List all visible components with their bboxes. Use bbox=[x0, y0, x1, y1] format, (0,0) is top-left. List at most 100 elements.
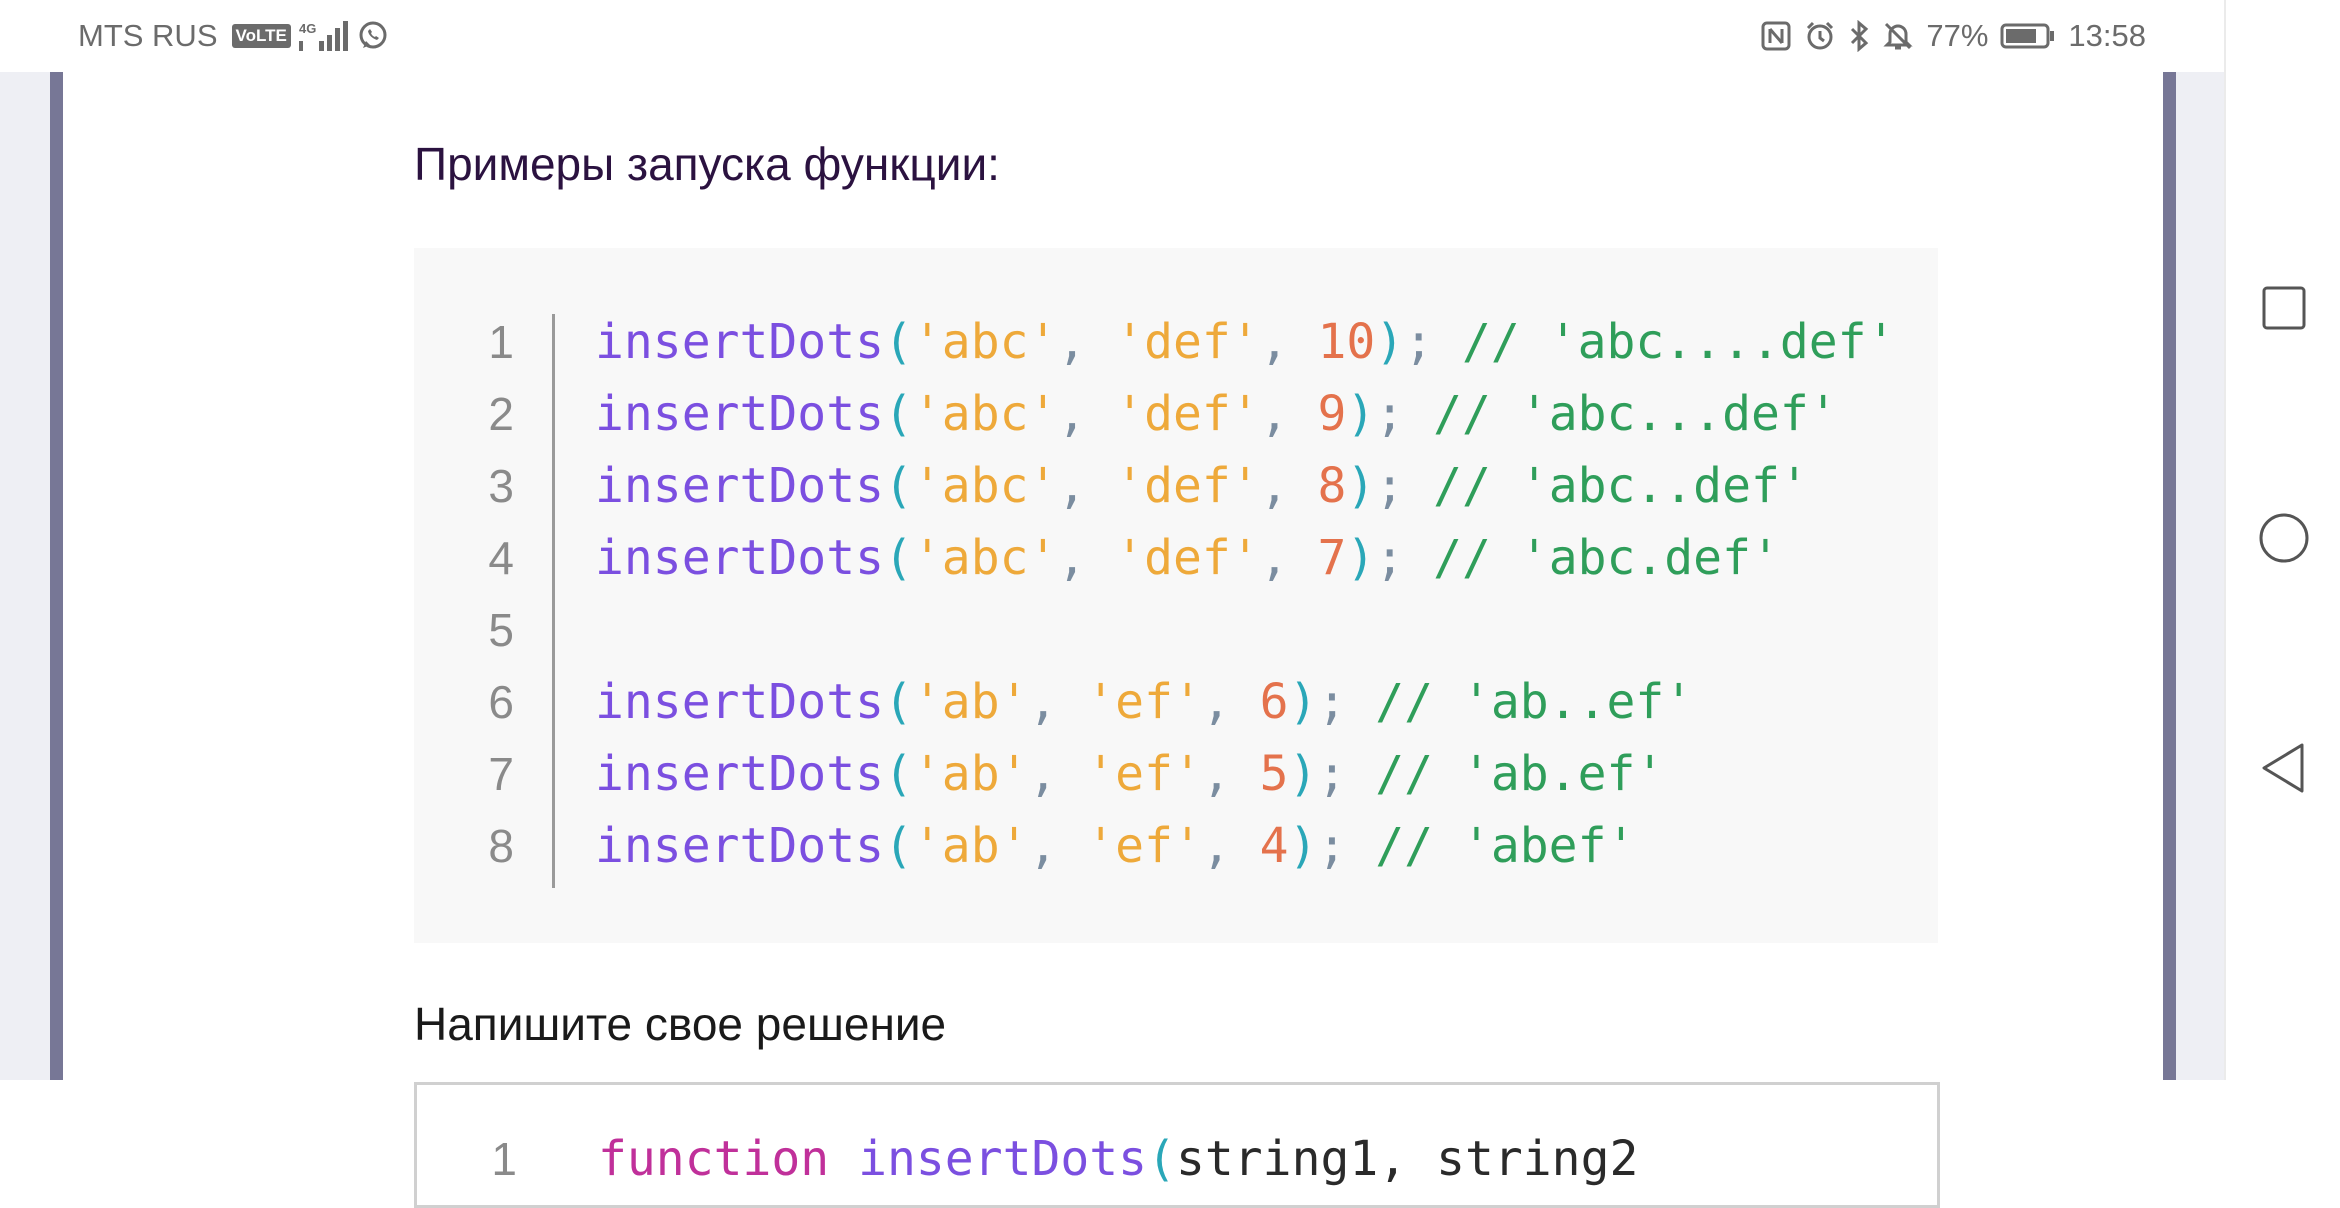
comma: , bbox=[1057, 530, 1116, 586]
open-paren: ( bbox=[883, 818, 913, 874]
mute-bell-icon bbox=[1882, 20, 1914, 52]
open-paren: ( bbox=[883, 530, 913, 586]
examples-heading: Примеры запуска функции: bbox=[414, 138, 1000, 190]
comment: // 'abc...def' bbox=[1433, 386, 1838, 442]
alarm-icon bbox=[1804, 20, 1836, 52]
comment: // 'abc.def' bbox=[1433, 530, 1780, 586]
line-number: 2 bbox=[488, 388, 514, 440]
code-line: 6 insertDots('ab', 'ef', 6); // 'ab..ef' bbox=[414, 666, 1938, 738]
string-arg: 'abc' bbox=[912, 458, 1058, 514]
line-number: 6 bbox=[488, 676, 514, 728]
code-text: insertDots('abc', 'def', 7); // 'abc.def… bbox=[595, 522, 1780, 594]
line-number: 1 bbox=[488, 316, 514, 368]
status-bar-right: 77% 13:58 bbox=[1760, 0, 2146, 72]
number-arg: 9 bbox=[1317, 386, 1347, 442]
code-text: insertDots('ab', 'ef', 4); // 'abef' bbox=[595, 810, 1635, 882]
open-paren: ( bbox=[883, 674, 913, 730]
function-name: insertDots bbox=[595, 818, 884, 874]
string-arg: 'def' bbox=[1115, 314, 1260, 370]
open-paren: ( bbox=[883, 458, 913, 514]
solution-heading: Напишите свое решение bbox=[414, 998, 947, 1050]
home-icon[interactable] bbox=[2258, 512, 2310, 564]
semicolon: ; bbox=[1375, 458, 1434, 514]
comma: , bbox=[1057, 386, 1116, 442]
semicolon: ; bbox=[1375, 530, 1434, 586]
semicolon: ; bbox=[1317, 818, 1376, 874]
semicolon: ; bbox=[1375, 386, 1434, 442]
string-arg: 'def' bbox=[1115, 458, 1260, 514]
number-arg: 5 bbox=[1259, 746, 1289, 802]
comma: , bbox=[1028, 818, 1087, 874]
semicolon: ; bbox=[1404, 314, 1462, 370]
semicolon: ; bbox=[1317, 746, 1376, 802]
nfc-icon bbox=[1760, 20, 1792, 52]
examples-code-block[interactable]: 1 insertDots('abc', 'def', 10); // 'abc..… bbox=[414, 248, 1938, 943]
keyword: function bbox=[598, 1131, 830, 1187]
params: string1, string2 bbox=[1175, 1131, 1639, 1187]
string-arg: 'ef' bbox=[1086, 818, 1202, 874]
function-name: insertDots bbox=[595, 314, 884, 370]
signal-icon: 4G bbox=[298, 19, 349, 53]
card-border-left bbox=[50, 72, 63, 1080]
code-line: 7 insertDots('ab', 'ef', 5); // 'ab.ef' bbox=[414, 738, 1938, 810]
string-arg: 'ab' bbox=[912, 818, 1029, 874]
code-text: insertDots('ab', 'ef', 6); // 'ab..ef' bbox=[595, 666, 1693, 738]
string-arg: 'ab' bbox=[912, 746, 1029, 802]
string-arg: 'abc' bbox=[912, 530, 1058, 586]
function-name: insertDots bbox=[595, 674, 884, 730]
line-number: 3 bbox=[488, 460, 514, 512]
back-icon[interactable] bbox=[2258, 742, 2310, 794]
open-paren: ( bbox=[883, 386, 913, 442]
line-number: 1 bbox=[491, 1133, 517, 1185]
code-text: insertDots('abc', 'def', 8); // 'abc..de… bbox=[595, 450, 1809, 522]
close-paren: ) bbox=[1288, 674, 1318, 730]
close-paren: ) bbox=[1346, 458, 1376, 514]
comment: // 'abc..def' bbox=[1433, 458, 1809, 514]
volte-badge: VoLTE bbox=[231, 24, 291, 48]
editor-code[interactable]: function insertDots(string1, string2 bbox=[598, 1123, 1638, 1195]
string-arg: 'ef' bbox=[1086, 746, 1202, 802]
code-text: insertDots('ab', 'ef', 5); // 'ab.ef' bbox=[595, 738, 1664, 810]
comma: , bbox=[1057, 458, 1116, 514]
clock: 13:58 bbox=[2068, 18, 2146, 53]
function-name: insertDots bbox=[595, 746, 884, 802]
close-paren: ) bbox=[1346, 530, 1376, 586]
comment: // 'ab..ef' bbox=[1375, 674, 1694, 730]
line-number: 5 bbox=[488, 604, 514, 656]
svg-text:4G: 4G bbox=[299, 21, 316, 36]
open-paren: ( bbox=[883, 314, 913, 370]
comma: , bbox=[1028, 674, 1087, 730]
number-arg: 6 bbox=[1259, 674, 1289, 730]
solution-editor[interactable]: 1 function insertDots(string1, string2 bbox=[414, 1082, 1940, 1208]
bluetooth-icon bbox=[1848, 20, 1870, 52]
code-line: 4 insertDots('abc', 'def', 7); // 'abc.de… bbox=[414, 522, 1938, 594]
comma: , bbox=[1259, 386, 1318, 442]
function-name: insertDots bbox=[595, 386, 884, 442]
comma: , bbox=[1201, 746, 1260, 802]
comma: , bbox=[1057, 314, 1116, 370]
battery-percent: 77% bbox=[1926, 18, 1989, 53]
code-line: 2 insertDots('abc', 'def', 9); // 'abc...… bbox=[414, 378, 1938, 450]
code-text: insertDots('abc', 'def', 9); // 'abc...d… bbox=[595, 378, 1838, 450]
editor-line[interactable]: 1 function insertDots(string1, string2 bbox=[417, 1085, 1937, 1187]
line-number: 4 bbox=[488, 532, 514, 584]
string-arg: 'abc' bbox=[912, 314, 1058, 370]
code-line: 8 insertDots('ab', 'ef', 4); // 'abef' bbox=[414, 810, 1938, 882]
line-number: 8 bbox=[488, 820, 514, 872]
comma: , bbox=[1259, 530, 1318, 586]
close-paren: ) bbox=[1375, 314, 1405, 370]
string-arg: 'ab' bbox=[912, 674, 1029, 730]
recent-apps-icon[interactable] bbox=[2258, 282, 2310, 334]
string-arg: 'ef' bbox=[1086, 674, 1202, 730]
comma: , bbox=[1201, 674, 1260, 730]
code-line: 5 bbox=[414, 594, 1938, 666]
string-arg: 'def' bbox=[1115, 530, 1260, 586]
code-line: 3 insertDots('abc', 'def', 8); // 'abc..d… bbox=[414, 450, 1938, 522]
comma: , bbox=[1028, 746, 1087, 802]
code-text: insertDots('abc', 'def', 10); // 'abc...… bbox=[595, 306, 1895, 378]
content-card[interactable]: Примеры запуска функции: 1 insertDots('ab… bbox=[63, 72, 2163, 1208]
function-name: insertDots bbox=[858, 1131, 1148, 1187]
status-bar: MTS RUS VoLTE 4G 77% 13:58 bbox=[0, 0, 2224, 72]
close-paren: ) bbox=[1288, 818, 1318, 874]
comma: , bbox=[1259, 458, 1318, 514]
